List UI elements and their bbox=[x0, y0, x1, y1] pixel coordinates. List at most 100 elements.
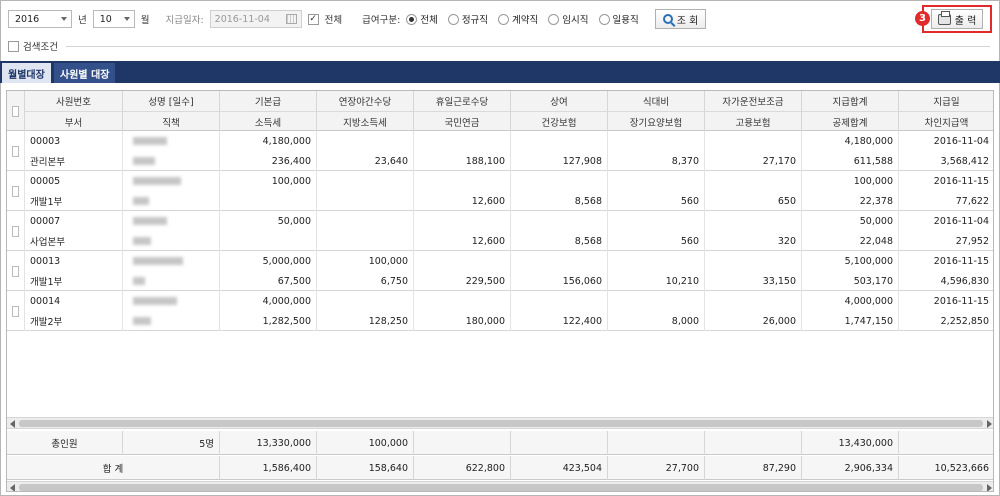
scrollbar-thumb[interactable] bbox=[19, 420, 983, 427]
row-checkbox-cell[interactable] bbox=[7, 291, 25, 331]
payroll-grid: 사원번호 부서 성명 [일수] 직책 기본급 소득세 연장야간수당 지방소득세 휴일근로수당 국민… bbox=[6, 90, 994, 492]
column-subheader: 직책 bbox=[123, 111, 220, 131]
cell-value: 50,000 bbox=[277, 215, 311, 227]
table-cell bbox=[414, 211, 511, 231]
column-subheader: 공제합계 bbox=[802, 111, 899, 131]
table-cell bbox=[511, 291, 608, 311]
grid-horizontal-scrollbar[interactable] bbox=[7, 417, 993, 429]
scrollbar-thumb[interactable] bbox=[19, 484, 983, 491]
search-condition-label: 검색조건 bbox=[23, 42, 58, 53]
employee-name-cell bbox=[123, 291, 220, 311]
row-checkbox[interactable] bbox=[12, 305, 19, 317]
year-select[interactable]: 2016 bbox=[8, 10, 72, 28]
position-cell bbox=[123, 271, 220, 291]
row-checkbox[interactable] bbox=[12, 225, 19, 237]
table-cell: 00003 bbox=[25, 131, 123, 151]
search-condition-toggle[interactable]: 검색조건 bbox=[8, 39, 990, 53]
table-row[interactable]: 00007 사업본부 50,000 12,600 8,568 560 320 50,000 22… bbox=[7, 211, 993, 251]
table-row[interactable]: 00003 관리본부 4,180,000 236,400 23,640 188,100 12… bbox=[7, 131, 993, 171]
row-checkbox-cell[interactable] bbox=[7, 211, 25, 251]
radio-icon[interactable] bbox=[447, 13, 459, 25]
footer-horizontal-scrollbar[interactable] bbox=[7, 481, 993, 491]
row-checkbox-cell[interactable] bbox=[7, 171, 25, 211]
select-all-checkbox-cell[interactable] bbox=[7, 91, 25, 131]
search-button[interactable]: 조 회 bbox=[654, 9, 707, 29]
search-condition-checkbox[interactable] bbox=[8, 40, 19, 52]
scroll-left-icon[interactable] bbox=[10, 484, 15, 491]
column-header: 상여 bbox=[511, 91, 608, 111]
table-cell: 00013 bbox=[25, 251, 123, 271]
calendar-icon[interactable] bbox=[285, 14, 297, 24]
table-cell: 4,000,000 bbox=[802, 291, 899, 311]
footer-cell: 27,700 bbox=[608, 456, 705, 480]
row-checkbox[interactable] bbox=[12, 265, 19, 277]
redacted-text bbox=[133, 317, 151, 325]
pay-type-option-contract[interactable]: 계약직 bbox=[498, 12, 538, 26]
cell-value: 188,100 bbox=[465, 155, 505, 167]
scroll-right-icon[interactable] bbox=[987, 484, 992, 491]
printer-icon bbox=[937, 10, 951, 25]
cell-value: 2016-11-04 bbox=[933, 215, 989, 227]
row-checkbox[interactable] bbox=[12, 145, 19, 157]
radio-icon[interactable] bbox=[598, 13, 610, 25]
table-cell: 2016-11-04 bbox=[899, 131, 993, 151]
row-checkbox[interactable] bbox=[12, 185, 19, 197]
cell-value: 320 bbox=[777, 235, 796, 247]
select-all-checkbox[interactable] bbox=[12, 105, 19, 117]
cell-value: 6,750 bbox=[380, 275, 408, 287]
cell-value: 27,952 bbox=[955, 235, 989, 247]
footer-cell: 100,000 bbox=[317, 431, 414, 455]
employee-name-cell bbox=[123, 251, 220, 271]
headcount-value: 5명 bbox=[123, 431, 220, 455]
tab-employee-ledger[interactable]: 사원별 대장 bbox=[54, 63, 116, 83]
row-checkbox-cell[interactable] bbox=[7, 251, 25, 291]
tab-monthly-ledger[interactable]: 월별대장 bbox=[2, 63, 51, 83]
table-cell: 50,000 bbox=[220, 211, 317, 231]
grid-header: 사원번호 부서 성명 [일수] 직책 기본급 소득세 연장야간수당 지방소득세 휴일근로수당 국민… bbox=[7, 91, 993, 131]
radio-icon[interactable] bbox=[548, 13, 560, 25]
scroll-right-icon[interactable] bbox=[987, 420, 992, 428]
month-select[interactable]: 10 bbox=[92, 10, 135, 28]
footer-cell: 87,290 bbox=[705, 456, 802, 480]
table-cell bbox=[608, 131, 705, 151]
year-value: 2016 bbox=[15, 13, 40, 25]
radio-selected-icon[interactable] bbox=[406, 13, 418, 25]
cell-value: 개발1부 bbox=[30, 197, 63, 208]
pay-type-option-temporary[interactable]: 임시직 bbox=[548, 12, 589, 26]
pay-type-option-daily[interactable]: 일용직 bbox=[598, 12, 639, 26]
table-row[interactable]: 00013 개발1부 5,000,000 67,500 100,000 6,750 229,… bbox=[7, 251, 993, 291]
table-cell: 2016-11-15 bbox=[899, 171, 993, 191]
cell-value: 00013 bbox=[30, 255, 61, 267]
pay-date-value: 2016-11-04 bbox=[214, 13, 270, 25]
cell-value: 3,568,412 bbox=[940, 155, 989, 167]
redacted-text bbox=[133, 157, 155, 165]
cell-value: 77,622 bbox=[955, 195, 989, 207]
pay-type-option-all[interactable]: 전체 bbox=[406, 12, 438, 26]
pay-date-field[interactable]: 2016-11-04 bbox=[209, 10, 302, 28]
table-cell: 1,282,500 bbox=[220, 311, 317, 331]
all-dates-checkbox[interactable]: ✓ bbox=[307, 13, 319, 25]
footer-cell: 622,800 bbox=[414, 456, 511, 480]
table-cell: 8,000 bbox=[608, 311, 705, 331]
table-cell bbox=[608, 251, 705, 271]
table-cell: 관리본부 bbox=[25, 151, 123, 171]
footer-cell: 10,523,666 bbox=[899, 456, 993, 480]
scroll-left-icon[interactable] bbox=[10, 420, 15, 428]
redacted-text bbox=[133, 137, 167, 145]
position-cell bbox=[123, 151, 220, 171]
table-cell: 5,000,000 bbox=[220, 251, 317, 271]
cell-value: 22,378 bbox=[859, 195, 893, 207]
print-button-highlight: 3 출 력 bbox=[915, 5, 992, 33]
table-cell bbox=[317, 171, 414, 191]
print-button[interactable]: 출 력 bbox=[930, 9, 984, 29]
table-row[interactable]: 00005 개발1부 100,000 12,600 8,568 560 650 100,000… bbox=[7, 171, 993, 211]
pay-type-option-regular[interactable]: 정규직 bbox=[447, 12, 488, 26]
table-cell: 10,210 bbox=[608, 271, 705, 291]
table-cell: 77,622 bbox=[899, 191, 993, 211]
table-cell: 5,100,000 bbox=[802, 251, 899, 271]
table-row[interactable]: 00014 개발2부 4,000,000 1,282,500 128,250 180,00… bbox=[7, 291, 993, 331]
cell-value: 560 bbox=[680, 195, 699, 207]
table-cell bbox=[317, 131, 414, 151]
radio-icon[interactable] bbox=[498, 13, 510, 25]
row-checkbox-cell[interactable] bbox=[7, 131, 25, 171]
